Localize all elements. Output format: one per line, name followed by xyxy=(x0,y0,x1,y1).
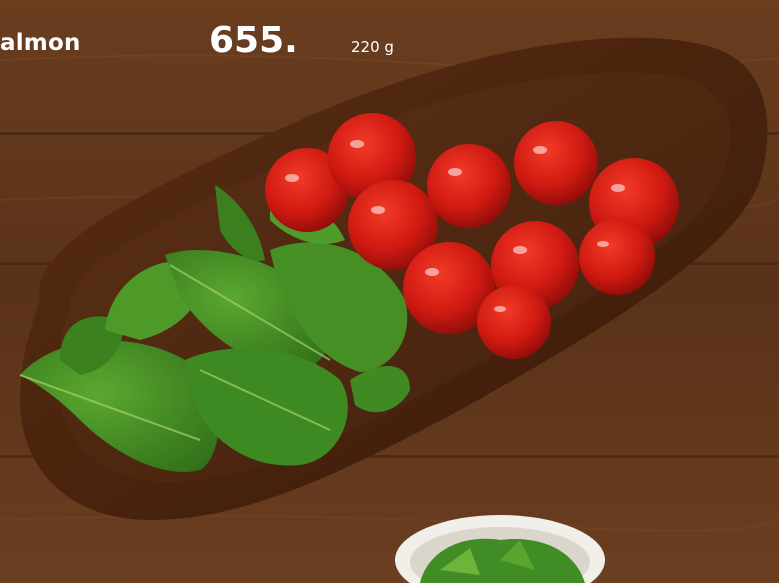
food-photo xyxy=(0,0,779,583)
dish-weight: 220 g xyxy=(351,38,394,56)
dish-price: 655. xyxy=(209,20,298,61)
menu-item-caption: almon 655. 220 g xyxy=(0,0,779,80)
dish-name: almon xyxy=(0,30,81,56)
